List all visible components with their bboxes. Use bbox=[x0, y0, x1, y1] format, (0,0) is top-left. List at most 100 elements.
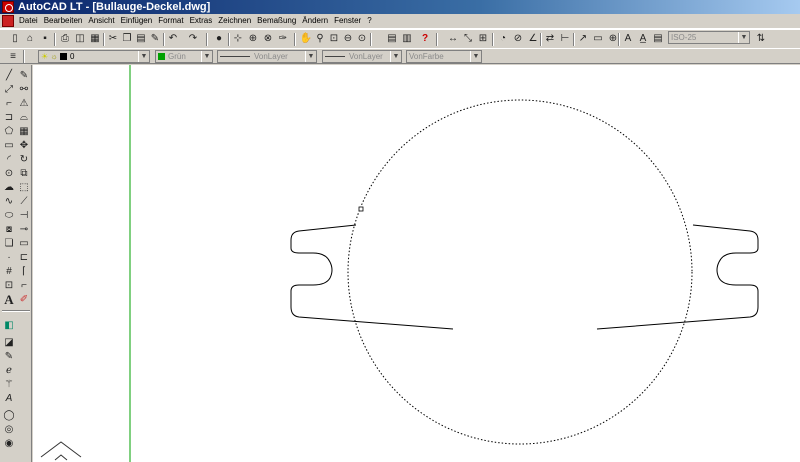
hatch-icon[interactable]: · bbox=[2, 251, 16, 264]
plot-icon[interactable]: ▦ bbox=[88, 32, 102, 46]
scale-icon[interactable]: ⧉ bbox=[17, 167, 31, 180]
print-icon[interactable]: ⎙ bbox=[58, 32, 72, 46]
revision-cloud-icon[interactable]: ⊙ bbox=[2, 167, 16, 180]
line-icon[interactable]: ╱ bbox=[2, 69, 16, 82]
fillet-icon[interactable]: ⌈ bbox=[17, 265, 31, 278]
array-icon[interactable]: ▦ bbox=[17, 125, 31, 138]
move-icon[interactable]: ✥ bbox=[17, 139, 31, 152]
menu-bearbeiten[interactable]: Bearbeiten bbox=[41, 14, 86, 28]
designcenter-icon[interactable]: ▥ bbox=[400, 32, 414, 46]
stretch-icon[interactable]: ⬚ bbox=[17, 181, 31, 194]
menu-bemassung[interactable]: Bemaßung bbox=[254, 14, 299, 28]
properties-edit-icon[interactable]: ◪ bbox=[2, 336, 16, 349]
preview-icon[interactable]: ◫ bbox=[73, 32, 87, 46]
explode-icon[interactable]: ✐ bbox=[17, 293, 31, 306]
help-icon[interactable]: ? bbox=[418, 32, 432, 46]
matchprop-icon[interactable]: ✎ bbox=[148, 32, 162, 46]
aerial-view-icon[interactable]: ⊙ bbox=[355, 32, 369, 46]
text-icon[interactable]: A bbox=[2, 292, 16, 307]
leader-icon[interactable]: ↗ bbox=[576, 32, 590, 46]
dimedit-icon[interactable]: A bbox=[621, 32, 635, 46]
arc-icon[interactable]: ▭ bbox=[2, 139, 16, 152]
text-edit-icon[interactable]: ⚚ bbox=[2, 378, 16, 391]
radius-dim-icon[interactable]: ◔ bbox=[496, 32, 510, 46]
polygon-icon[interactable]: ⊐ bbox=[2, 111, 16, 124]
zoom-realtime-icon[interactable]: ⚲ bbox=[313, 32, 327, 46]
ordinate-dim-icon[interactable]: ⊞ bbox=[476, 32, 490, 46]
make-block-icon[interactable]: ⧇ bbox=[2, 223, 16, 236]
cut-icon[interactable]: ✂ bbox=[106, 32, 120, 46]
break-icon[interactable]: ▭ bbox=[17, 237, 31, 250]
draworder-icon[interactable]: ◧ bbox=[2, 319, 16, 332]
open-icon[interactable]: ⌂ bbox=[23, 32, 37, 46]
new-icon[interactable]: ▯ bbox=[8, 32, 22, 46]
lengthen-icon[interactable]: ⟋ bbox=[17, 195, 31, 208]
match-icon[interactable]: ✎ bbox=[2, 350, 16, 363]
autocad-app-icon[interactable] bbox=[2, 1, 14, 13]
mirror-icon[interactable]: ⚠ bbox=[17, 97, 31, 110]
menu-ansicht[interactable]: Ansicht bbox=[85, 14, 117, 28]
chamfer-icon[interactable]: ⊏ bbox=[17, 251, 31, 264]
osnap-icon[interactable]: ⊹ bbox=[231, 32, 245, 46]
spline-icon[interactable]: ☁ bbox=[2, 181, 16, 194]
linetype-select[interactable]: VonLayer ▼ bbox=[217, 50, 317, 63]
color-select[interactable]: Grün ▼ bbox=[155, 50, 213, 63]
zoom-previous-icon[interactable]: ⊖ bbox=[341, 32, 355, 46]
tolerance-icon[interactable]: ▭ bbox=[591, 32, 605, 46]
aligned-dim-icon[interactable]: ⤡ bbox=[461, 32, 475, 46]
snap-midpoint-icon[interactable]: ◎ bbox=[2, 423, 16, 436]
menu-extras[interactable]: Extras bbox=[187, 14, 216, 28]
dimension-update-icon[interactable]: ⇅ bbox=[754, 32, 768, 46]
region-icon[interactable]: # bbox=[2, 265, 16, 278]
multiline-text-icon[interactable]: ⊡ bbox=[2, 279, 16, 292]
dimtedit-icon[interactable]: A̲ bbox=[636, 32, 650, 46]
insert-block-icon[interactable]: ⬭ bbox=[2, 209, 16, 222]
right-bracket-profile[interactable] bbox=[596, 224, 759, 330]
menu-datei[interactable]: Datei bbox=[16, 14, 41, 28]
left-bracket-profile[interactable] bbox=[290, 224, 454, 330]
construction-line-icon[interactable]: ⤢ bbox=[2, 83, 16, 96]
trim-icon[interactable]: ⊣ bbox=[17, 209, 31, 222]
attribute-edit-icon[interactable]: A bbox=[2, 392, 16, 405]
menu-einfuegen[interactable]: Einfügen bbox=[118, 14, 156, 28]
quick-dim-icon[interactable]: ⇄ bbox=[543, 32, 557, 46]
menu-format[interactable]: Format bbox=[155, 14, 186, 28]
offset-icon[interactable]: ⌓ bbox=[17, 111, 31, 124]
lineweight-select[interactable]: VonLayer ▼ bbox=[322, 50, 402, 63]
paste-icon[interactable]: ▤ bbox=[134, 32, 148, 46]
pan-icon[interactable]: ✋ bbox=[299, 32, 313, 46]
document-icon[interactable] bbox=[2, 15, 14, 27]
undo-icon[interactable]: ↶ bbox=[166, 32, 180, 46]
rectangle-icon[interactable]: ⬠ bbox=[2, 125, 16, 138]
osnap3-icon[interactable]: ⊗ bbox=[261, 32, 275, 46]
grip-handle[interactable] bbox=[358, 206, 364, 212]
dimstyle-icon[interactable]: ▤ bbox=[651, 32, 665, 46]
drawing-area[interactable] bbox=[33, 65, 800, 462]
menu-aendern[interactable]: Ändern bbox=[299, 14, 331, 28]
menu-help[interactable]: ? bbox=[364, 14, 374, 28]
menu-fenster[interactable]: Fenster bbox=[331, 14, 364, 28]
dotted-circle[interactable] bbox=[347, 99, 693, 445]
polyline-icon[interactable]: ⌐ bbox=[2, 97, 16, 110]
linear-dim-icon[interactable]: ↔ bbox=[446, 32, 460, 46]
layer-manager-icon[interactable]: ≡ bbox=[6, 50, 20, 64]
rotate-icon[interactable]: ↻ bbox=[17, 153, 31, 166]
extend-icon[interactable]: ⊸ bbox=[17, 223, 31, 236]
plotstyle-select[interactable]: VonFarbe ▼ bbox=[406, 50, 482, 63]
diameter-dim-icon[interactable]: ⊘ bbox=[511, 32, 525, 46]
redo-icon[interactable]: ↷ bbox=[186, 32, 200, 46]
cadcenter-icon[interactable]: ● bbox=[212, 32, 226, 46]
properties-icon[interactable]: ▤ bbox=[385, 32, 399, 46]
ellipse-icon[interactable]: ∿ bbox=[2, 195, 16, 208]
snap-endpoint-icon[interactable]: ◯ bbox=[2, 409, 16, 422]
erase-icon[interactable]: ✎ bbox=[17, 69, 31, 82]
snap-center-icon[interactable]: ◉ bbox=[2, 437, 16, 450]
copy-icon[interactable]: ❐ bbox=[120, 32, 134, 46]
copy-object-icon[interactable]: ⚯ bbox=[17, 83, 31, 96]
osnap2-icon[interactable]: ⊕ bbox=[246, 32, 260, 46]
edit-icon[interactable]: ✑ bbox=[276, 32, 290, 46]
menu-zeichnen[interactable]: Zeichnen bbox=[215, 14, 254, 28]
point-icon[interactable]: ❏ bbox=[2, 237, 16, 250]
save-icon[interactable]: ▪ bbox=[38, 32, 52, 46]
dimstyle-select[interactable]: ISO-25 ▼ bbox=[668, 31, 750, 44]
